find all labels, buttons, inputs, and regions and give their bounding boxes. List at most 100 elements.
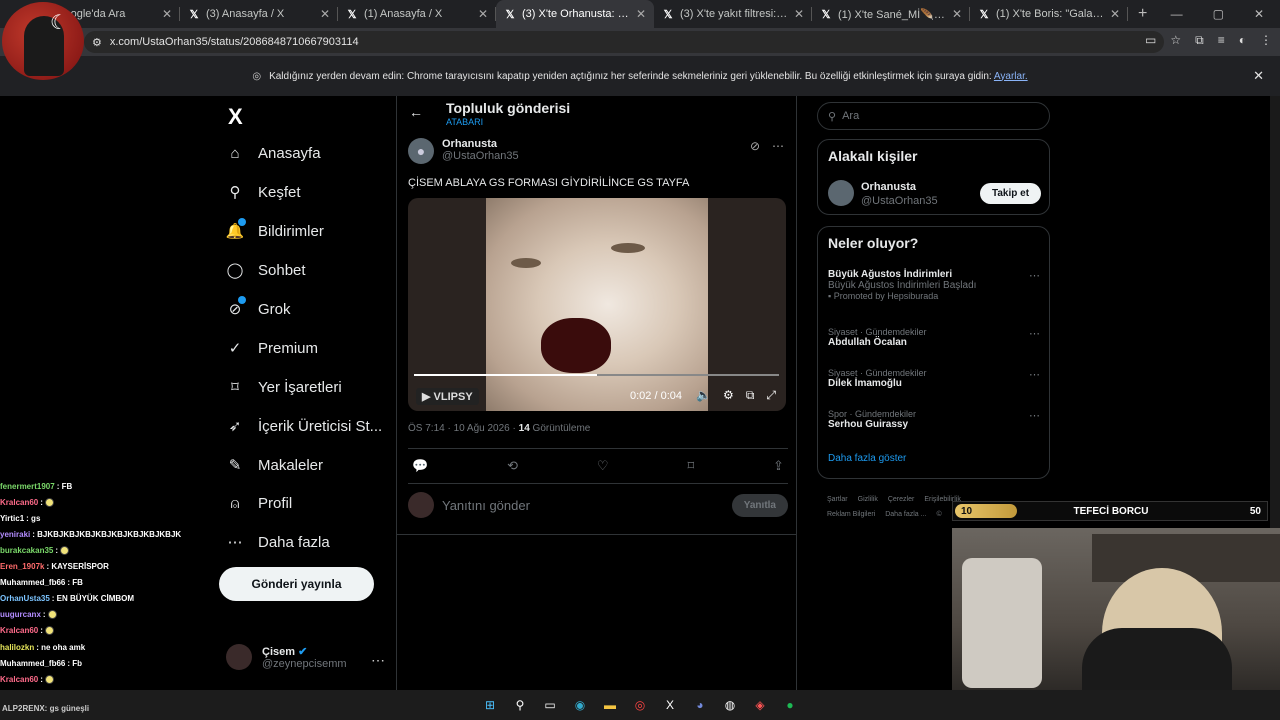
close-window-icon[interactable]: ✕ [1254,7,1264,21]
tab-6[interactable]: 𝕏 (1) X'te Boris: "Galatasaray tran ✕ [970,0,1128,28]
grok-icon[interactable]: ⊘ [750,139,760,153]
extensions-icon[interactable]: ⧉ [1195,33,1204,48]
footer-link[interactable]: Reklam Bilgileri [827,511,875,518]
task-view-icon[interactable]: ▭ [541,696,559,714]
more-icon[interactable]: ⋯ [772,139,784,153]
nav-item-10[interactable]: ⋯ Daha fazla [226,533,330,552]
menu-icon[interactable]: ⋮ [1260,33,1272,48]
post-button[interactable]: Gönderi yayınla [219,567,374,601]
community-link[interactable]: ATABARI [446,117,483,127]
pip-icon[interactable]: ⧉ [746,388,755,403]
account-switcher[interactable]: Çisem ✔ @zeynepcisemm ⋯ [226,644,385,670]
back-arrow-icon[interactable]: ← [409,104,423,120]
tab-1[interactable]: 𝕏 (3) Anasayfa / X ✕ [180,0,338,28]
more-icon[interactable]: ⋯ [1029,327,1040,340]
discord-icon[interactable]: ◕ [691,696,709,714]
folder-icon[interactable]: ▬ [601,696,619,714]
nav-item-5[interactable]: ✓ Premium [226,339,318,358]
x-logo[interactable]: X [228,104,243,130]
new-tab-button[interactable]: + [1128,0,1157,28]
search-input[interactable]: ⚲ Ara [817,102,1050,130]
more-icon[interactable]: ⋯ [1029,269,1040,282]
valorant-icon[interactable]: ◈ [751,696,769,714]
show-more-link[interactable]: Daha fazla göster [828,453,906,464]
follow-button[interactable]: Takip et [980,183,1042,204]
video-frame [486,198,708,411]
nav-item-4[interactable]: ⊘ Grok [226,296,291,318]
video-progress[interactable] [414,374,779,376]
nav-item-0[interactable]: ⌂ Anasayfa [226,144,320,162]
close-tab-icon[interactable]: ✕ [320,7,330,21]
repost-icon[interactable]: ⟲ [507,458,518,474]
related-name[interactable]: Orhanusta [861,181,916,193]
like-icon[interactable]: ♡ [597,458,609,474]
video-player[interactable]: ▶ VLIPSY 0:02 / 0:04 🔈 ⚙ ⧉ ⤢ [408,198,786,411]
close-tab-icon[interactable]: ✕ [952,7,962,21]
nav-item-3[interactable]: ◯ Sohbet [226,261,306,280]
close-tab-icon[interactable]: ✕ [636,7,646,21]
footer-link[interactable]: Gizlilik [858,496,878,503]
nav-item-9[interactable]: ⍝ Profil [226,494,292,512]
author-handle[interactable]: @UstaOrhan35 [442,150,519,162]
share-icon[interactable]: ⇪ [773,458,784,474]
trend-item[interactable]: Siyaset · Gündemdekiler Dilek İmamoğlu ⋯ [828,368,1040,389]
footer-link[interactable]: Çerezler [888,496,914,503]
trend-item[interactable]: Spor · Gündemdekiler Serhou Guirassy ⋯ [828,409,1040,430]
x-app-icon[interactable]: X [661,696,679,714]
settings-link[interactable]: Ayarlar. [994,71,1028,82]
settings-icon[interactable]: ⚙ [723,388,734,403]
url-input[interactable]: ⚙ x.com/UstaOrhan35/status/2086848710667… [84,31,1164,53]
reply-button[interactable]: Yanıtla [731,493,788,517]
close-tab-icon[interactable]: ✕ [478,7,488,21]
reply-icon[interactable]: 💬 [412,458,428,474]
tab-5[interactable]: 𝕏 (1) X'te Sané_Mİ🪶: "Abi ziyec ✕ [812,0,970,28]
play-icon[interactable]: ▶ [422,391,430,403]
bookmark-icon[interactable]: ⌑ [687,458,694,474]
search-icon[interactable]: ⚲ [511,696,529,714]
close-tab-icon[interactable]: ✕ [1110,7,1120,21]
more-icon[interactable]: ⋯ [1029,409,1040,422]
spotify-icon[interactable]: ● [781,696,799,714]
minimize-icon[interactable]: — [1171,7,1183,21]
reply-input[interactable]: Yanıtını gönder [442,498,724,513]
start-icon[interactable]: ⊞ [481,696,499,714]
profile-icon[interactable]: ◐ [1239,33,1246,48]
tab-2[interactable]: 𝕏 (1) Anasayfa / X ✕ [338,0,496,28]
footer-link[interactable]: Şartlar [827,496,848,503]
trend-item[interactable]: Siyaset · Gündemdekiler Abdullah Öcalan ⋯ [828,327,1040,348]
tab-3[interactable]: 𝕏 (3) X'te Orhanusta: "ÇİSEM ABL ✕ [496,0,654,28]
edge-icon[interactable]: ◉ [571,696,589,714]
chrome-icon[interactable]: ◎ [631,696,649,714]
steam-icon[interactable]: ◍ [721,696,739,714]
close-tab-icon[interactable]: ✕ [794,7,804,21]
chat-message: Yirtic1: gs [0,510,215,526]
cast-icon[interactable]: ▭ [1145,33,1156,48]
footer-link[interactable]: Daha fazla ... [885,511,926,518]
more-icon[interactable]: ⋯ [371,652,385,669]
nav-item-1[interactable]: ⚲ Keşfet [226,183,301,202]
x-favicon-icon: 𝕏 [979,8,989,21]
nav-item-7[interactable]: ➶ İçerik Üreticisi St... [226,417,382,436]
bookmark-star-icon[interactable]: ☆ [1170,33,1181,48]
x-favicon-icon: 𝕏 [189,8,199,21]
close-icon[interactable]: ✕ [1253,68,1264,84]
nav-item-8[interactable]: ✎ Makaleler [226,456,323,475]
nav-item-6[interactable]: ⌑ Yer İşaretleri [226,378,342,397]
post-author[interactable]: ● Orhanusta @UstaOrhan35 [408,138,519,164]
avatar[interactable]: ● [408,138,434,164]
site-info-icon[interactable]: ⚙ [92,36,102,49]
footer-link[interactable]: © [936,511,941,518]
more-icon[interactable]: ⋯ [1029,368,1040,381]
maximize-icon[interactable]: ▢ [1213,7,1224,21]
fullscreen-icon[interactable]: ⤢ [766,388,776,403]
volume-icon[interactable]: 🔈 [696,388,711,403]
nav-item-2[interactable]: 🔔 Bildirimler [226,218,324,240]
trend-item-promo[interactable]: Büyük Ağustos İndirimleri Büyük Ağustos … [828,269,1040,301]
tab-4[interactable]: 𝕏 (3) X'te yakıt filtresi: "OSİ TOMB ✕ [654,0,812,28]
author-name[interactable]: Orhanusta [442,138,519,150]
avatar[interactable] [828,180,854,206]
media-icon[interactable]: ≡ [1218,33,1225,48]
related-handle[interactable]: @UstaOrhan35 [861,195,938,207]
profile-icon: ⍝ [230,494,240,512]
close-tab-icon[interactable]: ✕ [162,7,172,21]
